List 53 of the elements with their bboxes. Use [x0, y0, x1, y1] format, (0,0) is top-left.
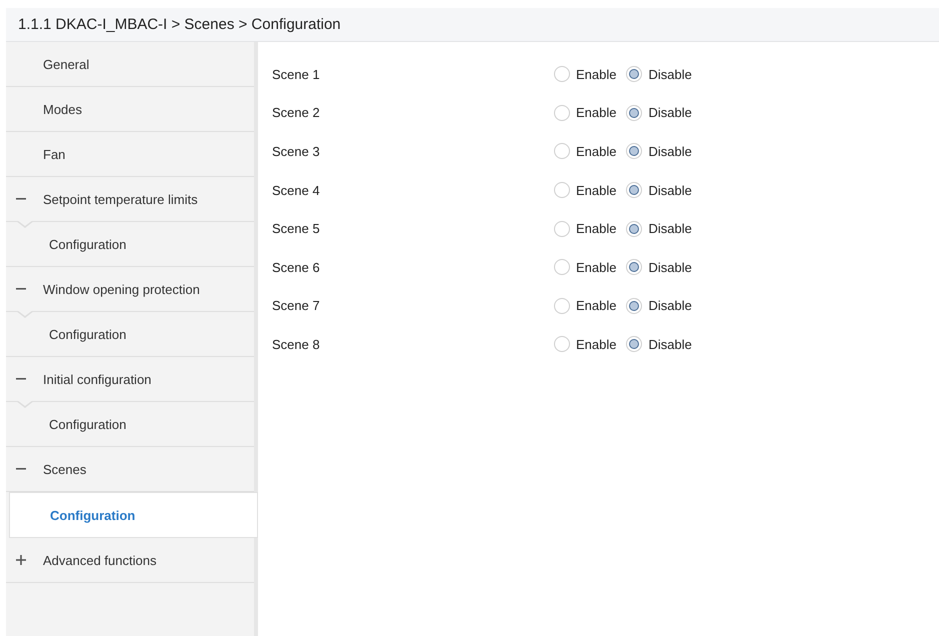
- radio-option[interactable]: Disable: [626, 220, 692, 237]
- sidebar-item[interactable]: Advanced functions: [6, 538, 254, 583]
- radio-option[interactable]: Enable: [554, 66, 616, 82]
- radio-icon[interactable]: [626, 182, 642, 198]
- radio-icon[interactable]: [626, 143, 642, 160]
- radio-icon[interactable]: [554, 259, 570, 276]
- radio-option[interactable]: Enable: [554, 336, 616, 352]
- radio-icon[interactable]: [626, 104, 642, 121]
- sidebar-item[interactable]: Configuration: [6, 402, 254, 447]
- radio-icon[interactable]: [554, 143, 570, 160]
- scene-label: Scene 4: [272, 182, 321, 198]
- radio-icon[interactable]: [626, 66, 642, 82]
- scene-label: Scene 2: [272, 105, 321, 120]
- scene-label: Scene 5: [272, 221, 321, 236]
- radio-option[interactable]: Enable: [554, 298, 616, 314]
- sidebar-item[interactable]: Fan: [6, 132, 254, 177]
- sidebar-item[interactable]: General: [6, 42, 254, 87]
- sidebar-item[interactable]: Window opening protection: [6, 267, 254, 312]
- radio-option[interactable]: Disable: [626, 66, 692, 82]
- radio-option[interactable]: Enable: [554, 104, 616, 121]
- breadcrumb: 1.1.1 DKAC-I_MBAC-I > Scenes > Configuration: [18, 16, 341, 33]
- radio-icon[interactable]: [626, 298, 642, 314]
- radio-option[interactable]: Disable: [626, 182, 692, 198]
- radio-option[interactable]: Disable: [626, 259, 692, 276]
- sidebar-item[interactable]: Configuration: [6, 222, 254, 267]
- radio-option[interactable]: Disable: [626, 336, 692, 352]
- radio-icon[interactable]: [554, 182, 570, 198]
- radio-option[interactable]: Disable: [626, 104, 692, 121]
- scene-label: Scene 7: [272, 298, 321, 314]
- scene-label: Scene 1: [272, 66, 321, 82]
- radio-option[interactable]: Enable: [554, 220, 616, 237]
- radio-option[interactable]: Disable: [626, 143, 692, 160]
- sidebar-item[interactable]: Setpoint temperature limits: [6, 177, 254, 222]
- sidebar-item[interactable]: Initial configuration: [6, 357, 254, 402]
- radio-icon[interactable]: [626, 259, 642, 276]
- scene-label: Scene 3: [272, 144, 321, 159]
- radio-option[interactable]: Enable: [554, 182, 616, 198]
- radio-icon[interactable]: [554, 66, 570, 82]
- sidebar-item[interactable]: Configuration: [6, 312, 254, 357]
- radio-option[interactable]: Enable: [554, 143, 616, 160]
- sidebar-item[interactable]: Configuration: [9, 492, 258, 538]
- radio-icon[interactable]: [626, 220, 642, 237]
- radio-icon[interactable]: [554, 104, 570, 121]
- radio-option[interactable]: Enable: [554, 259, 616, 276]
- radio-option[interactable]: Disable: [626, 298, 692, 314]
- plus-icon[interactable]: [16, 555, 26, 565]
- radio-icon[interactable]: [554, 298, 570, 314]
- scene-label: Scene 8: [272, 336, 321, 352]
- radio-icon[interactable]: [626, 336, 642, 352]
- radio-icon[interactable]: [554, 336, 570, 352]
- scene-label: Scene 6: [272, 260, 321, 275]
- radio-icon[interactable]: [554, 220, 570, 237]
- sidebar-item[interactable]: Modes: [6, 87, 254, 132]
